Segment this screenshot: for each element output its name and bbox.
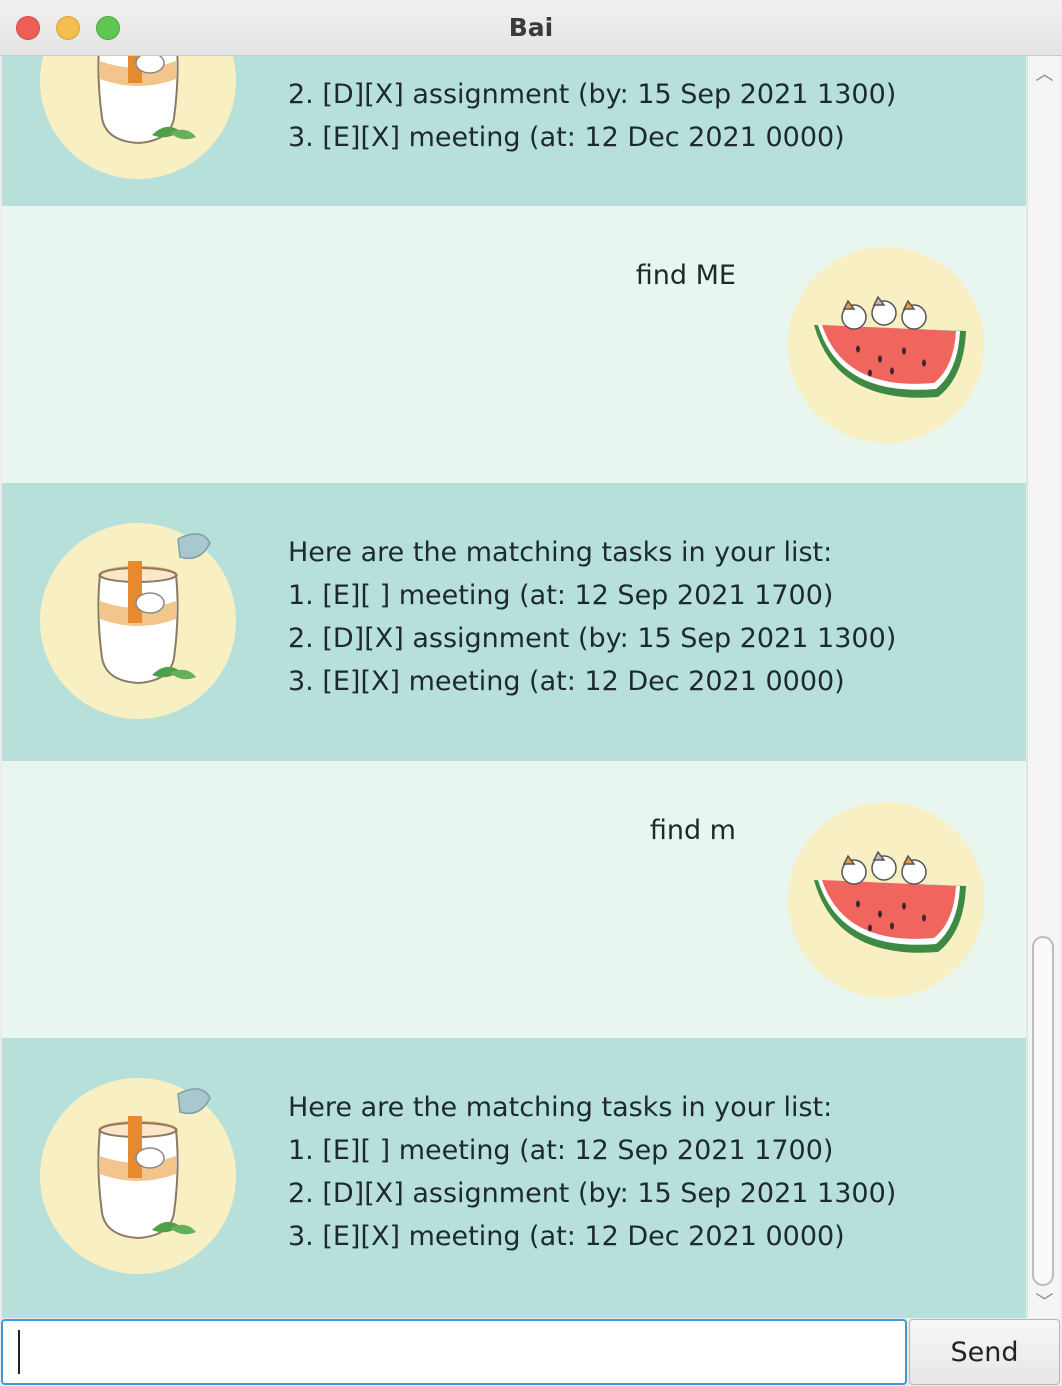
user-message-text: find m xyxy=(650,809,736,852)
message-line: 2. [D][X] assignment (by: 15 Sep 2021 13… xyxy=(288,623,897,654)
jar-cat-icon xyxy=(40,523,236,719)
message-line: 3. [E][X] meeting (at: 12 Dec 2021 0000) xyxy=(288,666,845,697)
message-line: 3. [E][X] meeting (at: 12 Dec 2021 0000) xyxy=(288,1221,845,1252)
scrollbar-thumb[interactable] xyxy=(1032,936,1054,1286)
message-line: find ME xyxy=(635,260,736,291)
bot-message: Here are the matching tasks in your list… xyxy=(2,1038,1026,1318)
message-line: 3. [E][X] meeting (at: 12 Dec 2021 0000) xyxy=(288,122,845,153)
text-caret xyxy=(18,1330,20,1374)
scroll-up-icon[interactable]: ︿ xyxy=(1028,60,1061,86)
message-line: 1. [E][ ] meeting (at: 12 Sep 2021 1700) xyxy=(288,580,834,611)
message-line: 1. [E][ ] meeting (at: 12 Sep 2021 1700) xyxy=(288,1135,834,1166)
user-message: find ME xyxy=(2,206,1026,483)
scroll-down-icon[interactable]: ﹀ xyxy=(1028,1288,1061,1314)
user-message: find m xyxy=(2,761,1026,1038)
message-input[interactable] xyxy=(1,1319,907,1385)
user-message-text: find ME xyxy=(636,254,736,297)
bot-message-text: Here are the matching tasks in your list… xyxy=(288,531,896,703)
watermelon-cats-icon xyxy=(788,247,984,443)
bot-message: Here are the matching tasks in your list… xyxy=(2,483,1026,761)
message-line: 2. [D][X] assignment (by: 15 Sep 2021 13… xyxy=(288,1178,897,1209)
message-line: Here are the matching tasks in your list… xyxy=(288,1092,833,1123)
bot-message-text: 2. [D][X] assignment (by: 15 Sep 2021 13… xyxy=(288,73,896,159)
window-title: Bai xyxy=(508,13,554,42)
chat-panel[interactable]: 2. [D][X] assignment (by: 15 Sep 2021 13… xyxy=(2,56,1026,1318)
jar-cat-icon xyxy=(40,56,236,179)
message-line: Here are the matching tasks in your list… xyxy=(288,537,833,568)
bot-message: 2. [D][X] assignment (by: 15 Sep 2021 13… xyxy=(2,56,1026,206)
jar-cat-icon xyxy=(40,1078,236,1274)
message-line: 2. [D][X] assignment (by: 15 Sep 2021 13… xyxy=(288,79,897,110)
title-bar: Bai xyxy=(0,0,1062,56)
vertical-scrollbar[interactable]: ︿ ﹀ xyxy=(1027,56,1060,1318)
message-line: find m xyxy=(649,815,736,846)
watermelon-cats-icon xyxy=(788,802,984,998)
send-button[interactable]: Send xyxy=(909,1319,1060,1385)
bot-message-text: Here are the matching tasks in your list… xyxy=(288,1086,896,1258)
